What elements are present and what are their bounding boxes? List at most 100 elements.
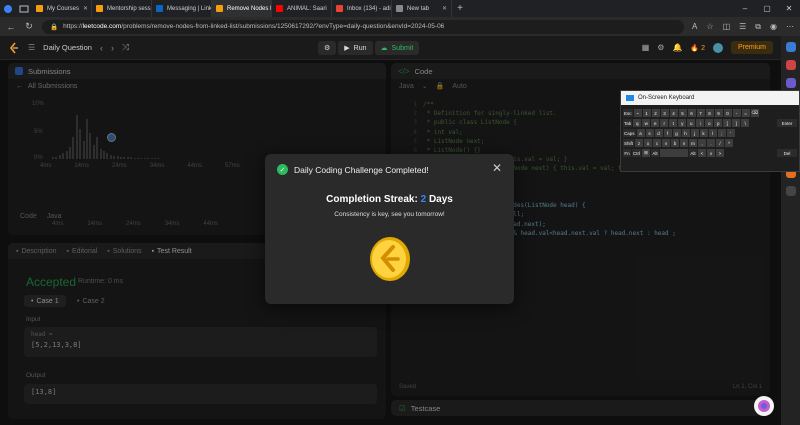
keyboard-key[interactable]: 8 xyxy=(705,109,714,117)
shuffle-icon[interactable]: ⤨ xyxy=(122,42,129,53)
keyboard-key[interactable]: . xyxy=(707,139,716,147)
browser-tab[interactable]: Remove Nodes From✕ xyxy=(212,0,272,17)
keyboard-key[interactable]: Fn xyxy=(623,149,631,157)
keyboard-key[interactable]: ⌫ xyxy=(750,109,759,117)
keyboard-key[interactable]: ' xyxy=(726,129,735,137)
browser-tab[interactable]: My Courses ✕ xyxy=(32,0,92,17)
keyboard-key[interactable]: ] xyxy=(732,119,741,127)
keyboard-key[interactable]: m xyxy=(689,139,698,147)
keyboard-key[interactable]: 5 xyxy=(678,109,687,117)
keyboard-key[interactable]: a xyxy=(636,129,645,137)
notifications-icon[interactable]: 🔔 xyxy=(672,43,682,52)
layout-icon[interactable]: ▦ xyxy=(642,43,650,52)
browser-tab[interactable]: New tab ✕ xyxy=(392,0,452,17)
settings-icon[interactable]: ⚙ xyxy=(657,43,664,52)
tools-icon[interactable] xyxy=(785,78,796,88)
keyboard-key[interactable]: k xyxy=(699,129,708,137)
prev-problem-icon[interactable]: ‹ xyxy=(100,43,103,53)
keyboard-key[interactable]: s xyxy=(645,129,654,137)
browser-tab[interactable]: Mentorship session✕ xyxy=(92,0,152,17)
browser-menu-icon[interactable] xyxy=(0,0,16,17)
streak-counter[interactable]: 🔥 2 xyxy=(690,44,705,52)
keyboard-key[interactable]: / xyxy=(716,139,725,147)
back-icon[interactable]: ← xyxy=(6,22,16,32)
keyboard-key[interactable]: j xyxy=(690,129,699,137)
keyboard-key[interactable]: w xyxy=(642,119,651,127)
keyboard-key[interactable]: Alt xyxy=(689,149,697,157)
keyboard-key[interactable]: Esc xyxy=(623,109,633,117)
keyboard-key[interactable]: 7 xyxy=(696,109,705,117)
keyboard-key[interactable]: Caps xyxy=(623,129,636,137)
shopping-icon[interactable] xyxy=(785,60,796,70)
keyboard-key[interactable]: < xyxy=(698,149,706,157)
keyboard-key[interactable]: t xyxy=(669,119,678,127)
keyboard-key[interactable]: n xyxy=(680,139,689,147)
collections-icon[interactable]: ⧉ xyxy=(755,22,761,32)
keyboard-key[interactable]: e xyxy=(651,119,660,127)
keyboard-key[interactable]: Shift xyxy=(623,139,635,147)
add-icon[interactable] xyxy=(785,186,796,196)
keyboard-key[interactable]: p xyxy=(714,119,723,127)
tab-actions-icon[interactable] xyxy=(16,0,32,17)
keyboard-key[interactable]: ^ xyxy=(725,139,734,147)
leetcode-logo-icon[interactable] xyxy=(8,42,20,54)
keyboard-key[interactable]: = xyxy=(741,109,750,117)
keyboard-key[interactable] xyxy=(660,149,688,157)
copilot-icon[interactable] xyxy=(754,396,774,416)
favorites-list-icon[interactable]: ☰ xyxy=(739,22,746,32)
keyboard-key[interactable]: ⊞ xyxy=(642,149,650,157)
favorite-icon[interactable]: ☆ xyxy=(706,22,713,32)
keyboard-key-del[interactable]: Del xyxy=(777,149,797,157)
keyboard-key[interactable]: o xyxy=(705,119,714,127)
keyboard-key[interactable]: z xyxy=(635,139,644,147)
keyboard-key[interactable]: 0 xyxy=(723,109,732,117)
keyboard-key[interactable]: 4 xyxy=(669,109,678,117)
keyboard-key[interactable]: 1 xyxy=(642,109,651,117)
keyboard-key[interactable]: > xyxy=(716,149,724,157)
daily-question-link[interactable]: Daily Question xyxy=(43,43,92,52)
debug-button[interactable]: ⚙ xyxy=(318,41,337,55)
split-screen-icon[interactable]: ◫ xyxy=(723,22,731,32)
tab-close-icon[interactable]: ✕ xyxy=(442,5,447,12)
premium-button[interactable]: Premium xyxy=(730,41,773,54)
keyboard-key-enter[interactable]: Enter xyxy=(777,119,797,127)
keyboard-key[interactable]: - xyxy=(732,109,741,117)
close-icon[interactable]: ✕ xyxy=(492,161,502,175)
profile-icon[interactable]: ◉ xyxy=(770,22,777,32)
keyboard-key[interactable]: q xyxy=(633,119,642,127)
browser-tab[interactable]: Messaging | LinkedIn✕ xyxy=(152,0,212,17)
new-tab-button[interactable]: + xyxy=(452,3,468,14)
url-field[interactable]: 🔒 https://leetcode.com/problems/remove-n… xyxy=(42,19,685,34)
keyboard-key[interactable]: 3 xyxy=(660,109,669,117)
refresh-icon[interactable]: ↻ xyxy=(24,21,34,32)
keyboard-key[interactable]: Ctrl xyxy=(632,149,641,157)
avatar[interactable] xyxy=(712,42,723,53)
keyboard-key[interactable]: Alt xyxy=(651,149,659,157)
minimize-icon[interactable]: – xyxy=(734,4,756,13)
browser-tab[interactable]: Inbox (134) - adityp✕ xyxy=(332,0,392,17)
keyboard-key[interactable]: [ xyxy=(723,119,732,127)
keyboard-key[interactable]: b xyxy=(671,139,680,147)
keyboard-key[interactable]: ~ xyxy=(633,109,642,117)
keyboard-key[interactable]: 9 xyxy=(714,109,723,117)
keyboard-key[interactable]: d xyxy=(654,129,663,137)
keyboard-key[interactable]: y xyxy=(678,119,687,127)
keyboard-key[interactable]: i xyxy=(696,119,705,127)
keyboard-key[interactable]: l xyxy=(708,129,717,137)
keyboard-key[interactable]: g xyxy=(672,129,681,137)
keyboard-key[interactable]: c xyxy=(653,139,662,147)
keyboard-key[interactable]: Tab xyxy=(623,119,633,127)
keyboard-key[interactable]: h xyxy=(681,129,690,137)
keyboard-key[interactable]: u xyxy=(687,119,696,127)
run-button[interactable]: ▶ Run xyxy=(338,41,373,55)
keyboard-key[interactable]: x xyxy=(644,139,653,147)
keyboard-key[interactable]: , xyxy=(698,139,707,147)
keyboard-key[interactable]: ; xyxy=(717,129,726,137)
keyboard-key[interactable]: f xyxy=(663,129,672,137)
more-icon[interactable]: ⋯ xyxy=(786,22,794,32)
problem-list-icon[interactable]: ☰ xyxy=(28,43,35,52)
maximize-icon[interactable]: ▢ xyxy=(756,4,778,13)
search-icon[interactable] xyxy=(785,42,796,52)
read-aloud-icon[interactable]: A xyxy=(692,22,697,32)
keyboard-key[interactable]: v xyxy=(662,139,671,147)
